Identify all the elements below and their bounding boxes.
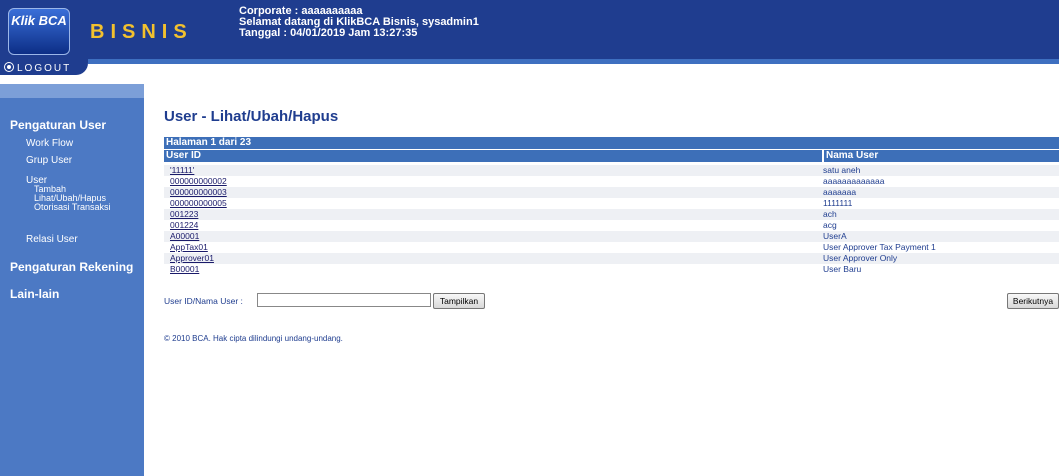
sidebar-section-pengaturan-user[interactable]: Pengaturan User [10, 118, 106, 132]
user-id-link[interactable]: B00001 [170, 264, 199, 275]
sidebar-section-pengaturan-rekening[interactable]: Pengaturan Rekening [10, 260, 133, 274]
date-text: Tanggal : 04/01/2019 Jam 13:27:35 [239, 27, 418, 39]
user-id-link[interactable]: 001223 [170, 209, 198, 220]
table-row: '11111' satu aneh [164, 165, 1059, 176]
sidebar-item-work-flow[interactable]: Work Flow [26, 138, 73, 149]
user-id-link[interactable]: 000000000005 [170, 198, 227, 209]
user-id-link[interactable]: 001224 [170, 220, 198, 231]
sidebar-top-strip [0, 84, 144, 98]
user-name: aaaaaaa [823, 187, 857, 197]
logout-button[interactable]: LOGOUT [0, 59, 88, 75]
search-label: User ID/Nama User : [164, 296, 243, 306]
table-row: 000000000002 aaaaaaaaaaaaa [164, 176, 1059, 187]
sidebar-subitem-otorisasi-transaksi[interactable]: Otorisasi Transaksi [34, 203, 111, 212]
table-row: B00001 User Baru [164, 264, 1059, 275]
user-id-link[interactable]: A00001 [170, 231, 199, 242]
logo-text: Klik BCA [11, 13, 67, 28]
table-row: Approver01 User Approver Only [164, 253, 1059, 264]
sidebar-item-grup-user[interactable]: Grup User [26, 155, 72, 166]
header-underline [88, 59, 1059, 64]
sidebar: Pengaturan User Work Flow Grup User User… [0, 84, 144, 476]
copyright-footer: © 2010 BCA. Hak cipta dilindungi undang-… [164, 334, 343, 343]
page-title: User - Lihat/Ubah/Hapus [164, 108, 339, 125]
user-id-link[interactable]: AppTax01 [170, 242, 208, 253]
berikutnya-button[interactable]: Berikutnya [1007, 293, 1059, 309]
user-name: UserA [823, 231, 847, 241]
header-bar: Klik BCA BISNIS Corporate : aaaaaaaaaa S… [0, 0, 1059, 59]
user-id-link[interactable]: 000000000003 [170, 187, 227, 198]
session-info: Corporate : aaaaaaaaaa Selamat datang di… [239, 6, 479, 39]
table-header: User ID Nama User [164, 150, 1059, 162]
user-name: User Approver Only [823, 253, 898, 263]
brand-title: BISNIS [90, 21, 193, 43]
search-input[interactable] [257, 293, 431, 307]
table-row: 001224 acg [164, 220, 1059, 231]
column-header-user-id: User ID [164, 150, 822, 162]
table-row: AppTax01 User Approver Tax Payment 1 [164, 242, 1059, 253]
user-name: satu aneh [823, 165, 861, 175]
user-id-link[interactable]: 000000000002 [170, 176, 227, 187]
user-name: 1111111 [823, 198, 853, 208]
logout-label: LOGOUT [17, 63, 72, 74]
table-row: 001223 ach [164, 209, 1059, 220]
klikbca-logo: Klik BCA [8, 8, 70, 55]
tampilkan-button[interactable]: Tampilkan [433, 293, 485, 309]
user-name: User Baru [823, 264, 862, 274]
table-row: 000000000005 1111111 [164, 198, 1059, 209]
logout-link[interactable]: LOGOUT [4, 61, 71, 74]
table-row: 000000000003 aaaaaaa [164, 187, 1059, 198]
pagination-info: Halaman 1 dari 23 [164, 137, 1059, 149]
user-name: aaaaaaaaaaaaa [823, 176, 885, 186]
user-name: ach [823, 209, 837, 219]
sidebar-section-lain-lain[interactable]: Lain-lain [10, 287, 59, 301]
table-row: A00001 UserA [164, 231, 1059, 242]
user-name: User Approver Tax Payment 1 [823, 242, 936, 252]
logout-icon [4, 62, 14, 72]
column-header-nama-user: Nama User [824, 150, 1059, 162]
sidebar-item-relasi-user[interactable]: Relasi User [26, 234, 78, 245]
user-id-link[interactable]: Approver01 [170, 253, 214, 264]
user-id-link[interactable]: '11111' [170, 165, 194, 176]
user-name: acg [823, 220, 837, 230]
